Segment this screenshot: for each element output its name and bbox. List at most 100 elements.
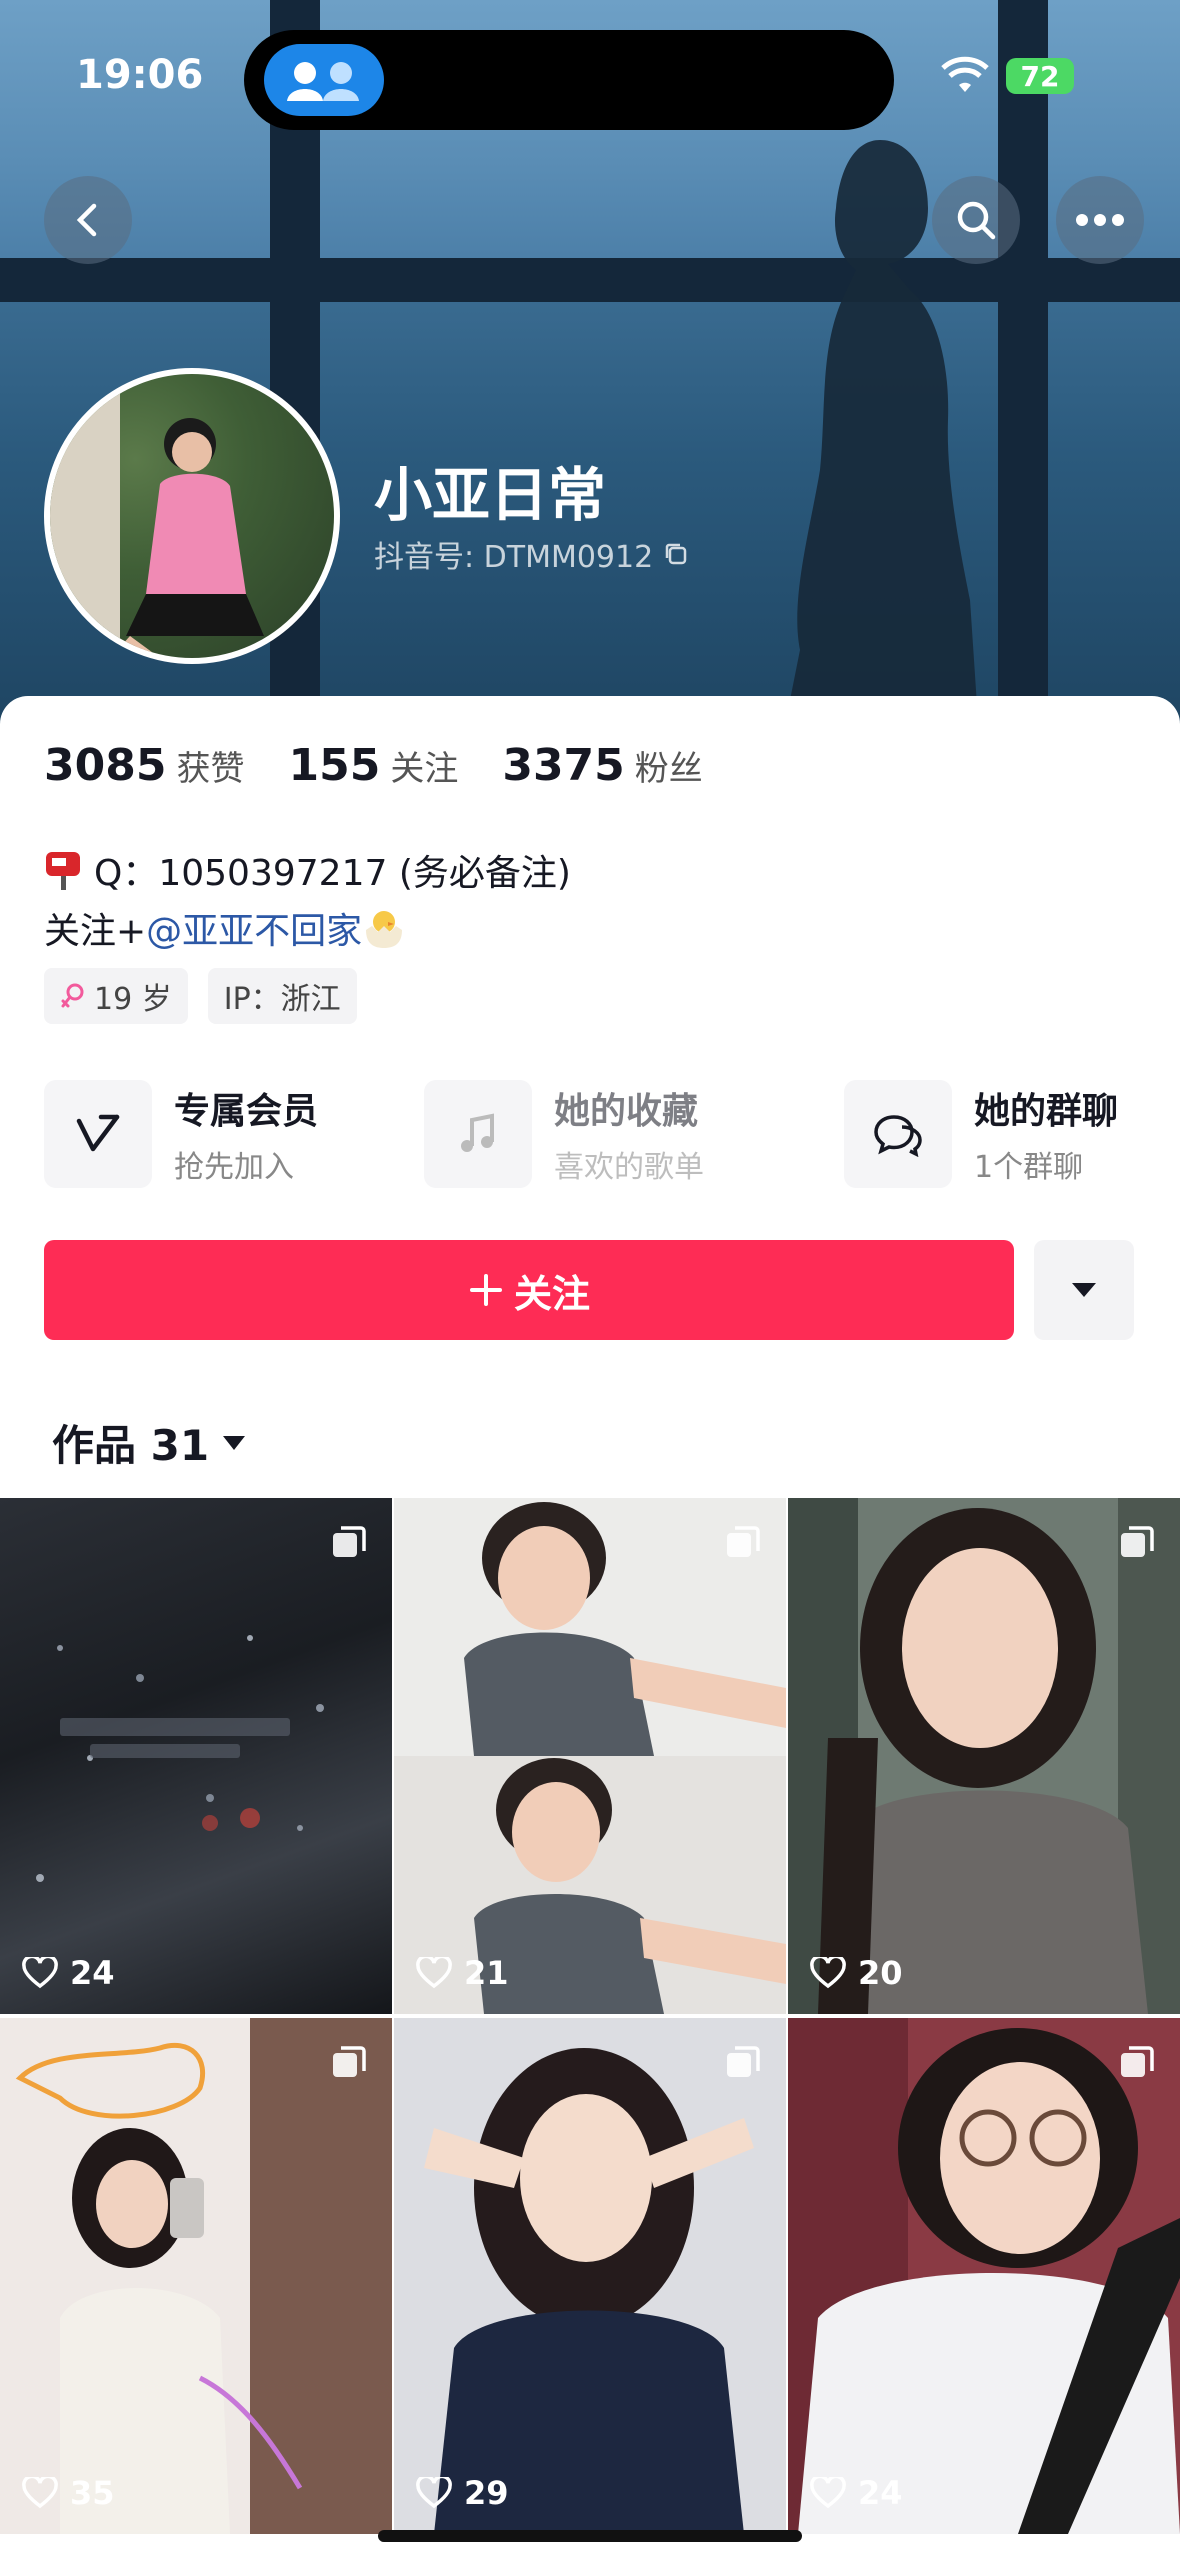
search-icon	[957, 201, 996, 240]
dynamic-island	[244, 30, 894, 130]
profile-tags: 19 岁 IP：浙江	[44, 968, 357, 1024]
profile-card: 3085 获赞 155 关注 3375 粉丝 Q：1050397217 (务必备注) …	[0, 696, 1180, 1496]
hatching-chick-icon	[366, 911, 403, 948]
chevron-left-icon	[76, 203, 97, 237]
heart-icon	[416, 2477, 452, 2509]
stat-likes[interactable]: 3085 获赞	[44, 740, 244, 791]
ip-tag: IP：浙江	[207, 968, 357, 1024]
battery-indicator: 72	[1006, 58, 1074, 94]
video-thumbnail[interactable]: 21	[394, 1498, 786, 2014]
follow-options-button[interactable]	[1034, 1240, 1134, 1340]
plus-icon	[469, 1274, 502, 1306]
multi-image-icon	[727, 1526, 760, 1557]
like-count: 24	[22, 1954, 115, 1992]
stat-label: 获赞	[176, 749, 245, 789]
stat-number: 3085	[44, 740, 167, 791]
thumbnail-image	[15, 2018, 392, 2534]
window-frame	[0, 258, 1180, 302]
status-time: 19:06	[76, 52, 204, 98]
service-title: 她的收藏	[554, 1091, 699, 1132]
back-button[interactable]	[44, 176, 132, 264]
video-thumbnail[interactable]: 35	[0, 2018, 392, 2534]
service-title: 她的群聊	[974, 1091, 1119, 1132]
heart-icon	[22, 1957, 58, 1989]
bio-text: 关注+	[44, 911, 147, 952]
profile-services: 专属会员 抢先加入 她的收藏 喜欢的歌单 她的群聊 1个群聊	[44, 1074, 1164, 1194]
search-button[interactable]	[932, 176, 1020, 264]
service-subtitle: 喜欢的歌单	[554, 1150, 704, 1185]
profile-stats: 3085 获赞 155 关注 3375 粉丝	[44, 740, 703, 791]
multi-image-icon	[1121, 2046, 1154, 2077]
stat-following[interactable]: 155 关注	[288, 740, 458, 791]
wifi-icon	[941, 56, 989, 92]
like-count-text: 29	[464, 2474, 509, 2512]
service-membership[interactable]: 专属会员 抢先加入	[44, 1074, 424, 1194]
like-count-text: 21	[464, 1954, 509, 1992]
thumbnail-image	[424, 2048, 754, 2534]
stat-number: 155	[288, 740, 381, 791]
like-count: 20	[810, 1954, 903, 1992]
douyin-id-text: 抖音号: DTMM0912	[374, 540, 654, 575]
multi-image-icon	[727, 2046, 760, 2077]
vip-icon	[44, 1080, 152, 1188]
stat-followers[interactable]: 3375 粉丝	[502, 740, 702, 791]
service-subtitle: 抢先加入	[174, 1150, 294, 1185]
mention-link[interactable]: @亚亚不回家	[146, 902, 362, 954]
music-icon	[424, 1080, 532, 1188]
tab-works-label: 作品 31	[52, 1421, 210, 1470]
profile-nickname: 小亚日常	[374, 461, 607, 529]
copy-icon[interactable]	[663, 541, 689, 567]
caret-down-icon	[1072, 1283, 1096, 1297]
ellipsis-icon	[1076, 214, 1124, 226]
like-count: 24	[810, 2474, 903, 2512]
more-options-button[interactable]	[1056, 176, 1144, 264]
like-count-text: 24	[858, 2474, 903, 2512]
heart-icon	[810, 2477, 846, 2509]
stat-number: 3375	[502, 740, 625, 791]
service-collection[interactable]: 她的收藏 喜欢的歌单	[424, 1074, 844, 1194]
mailbox-icon	[46, 852, 80, 890]
like-count: 21	[416, 1954, 509, 1992]
call-icon	[264, 44, 384, 116]
video-thumbnail[interactable]: 24	[788, 2018, 1180, 2534]
heart-icon	[810, 1957, 846, 1989]
video-thumbnail[interactable]: 29	[394, 2018, 786, 2534]
stat-label: 粉丝	[634, 749, 703, 789]
home-indicator	[378, 2530, 802, 2542]
service-subtitle: 1个群聊	[974, 1150, 1084, 1185]
thumbnail-image	[394, 1498, 786, 2014]
multi-image-icon	[333, 1526, 366, 1557]
age-tag-text: 19 岁	[94, 982, 172, 1017]
window-frame	[998, 0, 1048, 740]
video-thumbnail[interactable]: 24	[0, 1498, 392, 2014]
like-count-text: 20	[858, 1954, 903, 1992]
stat-label: 关注	[390, 749, 459, 789]
service-group-chat[interactable]: 她的群聊 1个群聊	[844, 1074, 1144, 1194]
like-count: 29	[416, 2474, 509, 2512]
tab-works[interactable]: 作品 31	[52, 1412, 247, 1473]
thumbnail-image	[788, 1498, 1180, 2014]
thumbnail-image	[788, 2018, 1180, 2534]
multi-image-icon	[1121, 1526, 1154, 1557]
follow-button[interactable]: 关注	[44, 1240, 1014, 1340]
service-title: 专属会员	[174, 1091, 319, 1132]
avatar-image	[50, 374, 264, 658]
video-grid: 24 21 20 35 29 24	[0, 1498, 1180, 2534]
like-count-text: 24	[70, 1954, 115, 1992]
like-count: 35	[22, 2474, 115, 2512]
bio-text: Q：1050397217 (务必备注)	[94, 853, 571, 894]
heart-icon	[22, 2477, 58, 2509]
bio-line: Q：1050397217 (务必备注)	[44, 844, 571, 896]
like-count-text: 35	[70, 2474, 115, 2512]
follow-button-label: 关注	[513, 1271, 590, 1316]
group-chat-icon	[844, 1080, 952, 1188]
heart-icon	[416, 1957, 452, 1989]
video-thumbnail[interactable]: 20	[788, 1498, 1180, 2014]
caret-down-icon	[223, 1435, 246, 1450]
avatar[interactable]	[44, 368, 340, 664]
bio-line: 关注+ @亚亚不回家	[44, 902, 406, 954]
douyin-id[interactable]: 抖音号: DTMM0912	[374, 532, 689, 576]
female-icon	[61, 983, 84, 1008]
thumbnail-image	[36, 1635, 324, 1882]
multi-image-icon	[333, 2046, 366, 2077]
